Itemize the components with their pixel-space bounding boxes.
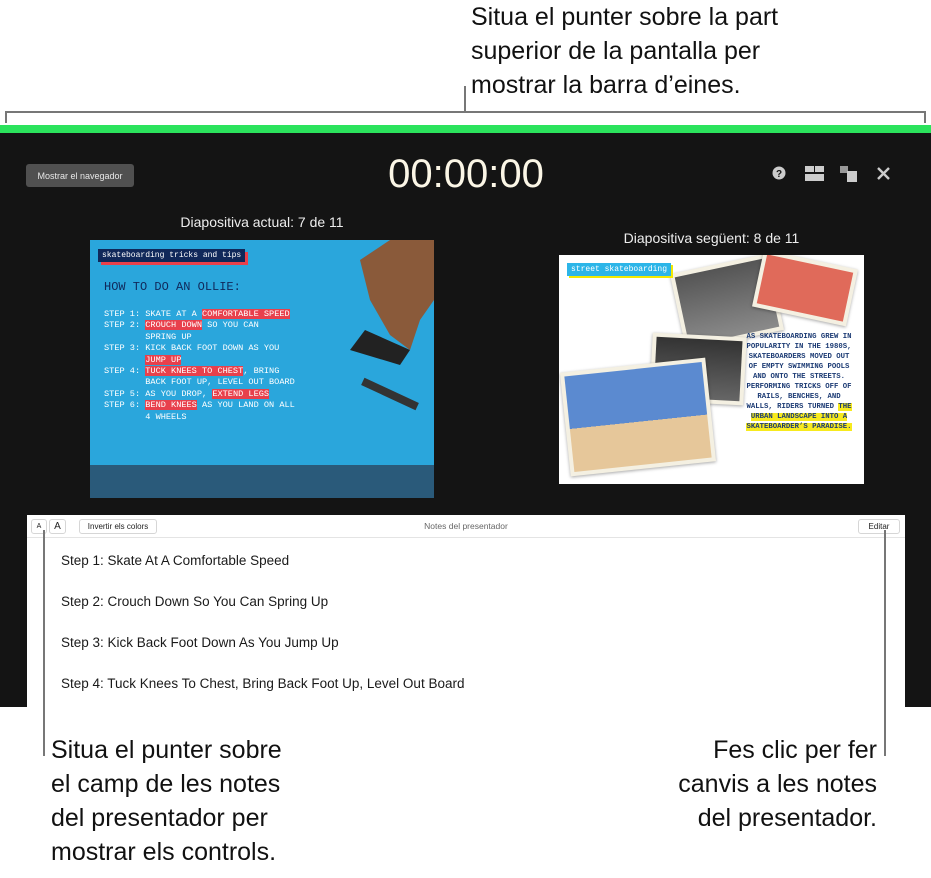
note-line: Step 3: Kick Back Foot Down As You Jump … xyxy=(61,635,339,650)
next-slide-label: Diapositiva següent: 8 de 11 xyxy=(623,230,800,246)
callout-line: Situa el punter sobre la part xyxy=(471,3,779,31)
callout-line: superior de la pantalla per xyxy=(471,37,761,65)
callout-leader xyxy=(464,86,466,112)
callout-leader xyxy=(884,530,886,756)
font-smaller-button[interactable]: A xyxy=(31,519,47,534)
slide-steps: STEP 1: SKATE AT A COMFORTABLE SPEED STEP… xyxy=(104,309,295,423)
skater-illustration xyxy=(350,240,434,411)
step-text: STEP 3: KICK BACK FOOT DOWN AS YOU xyxy=(104,343,280,354)
layout-icon[interactable] xyxy=(804,166,824,182)
callout-notes-controls: Situa el punter sobre el camp de les note… xyxy=(51,733,282,869)
current-slide: skateboarding tricks and tips HOW TO DO … xyxy=(90,240,434,498)
callout-line: canvis a les notes xyxy=(678,770,877,798)
font-larger-button[interactable]: A xyxy=(49,519,66,534)
step-text: STEP 1: SKATE AT A xyxy=(104,309,202,319)
callout-line: del presentador. xyxy=(697,804,877,832)
slide-step: STEP 5: AS YOU DROP, EXTEND LEGS xyxy=(104,388,295,400)
slide-step: STEP 6: BEND KNEES AS YOU LAND ON ALL 4 … xyxy=(104,400,295,423)
svg-text:?: ? xyxy=(776,169,782,180)
callout-line: el camp de les notes xyxy=(51,770,281,798)
callout-toolbar: Situa el punter sobre la part superior de… xyxy=(471,0,778,102)
step-highlight: TUCK KNEES TO CHEST xyxy=(145,366,244,377)
slide-step: STEP 4: TUCK KNEES TO CHEST, BRING BACK … xyxy=(104,366,295,389)
pointer-hover-bar xyxy=(0,125,931,133)
step-highlight: JUMP UP xyxy=(145,354,182,365)
slide-step: STEP 1: SKATE AT A COMFORTABLE SPEED xyxy=(104,309,295,320)
step-highlight: BEND KNEES xyxy=(145,400,197,411)
ground xyxy=(90,465,434,498)
current-slide-label: Diapositiva actual: 7 de 11 xyxy=(180,214,344,230)
help-icon[interactable]: ? xyxy=(771,166,787,182)
presenter-notes-panel[interactable]: Notes del presentador A A Invertir els c… xyxy=(27,515,905,707)
callout-line: mostrar la barra d’eines. xyxy=(471,71,741,99)
step-text: STEP 2: xyxy=(104,320,146,331)
step-highlight: EXTEND LEGS xyxy=(212,388,270,399)
close-icon[interactable] xyxy=(875,166,891,182)
note-line: Step 1: Skate At A Comfortable Speed xyxy=(61,553,290,568)
slide-heading: HOW TO DO AN OLLIE: xyxy=(104,280,241,294)
next-slide: street skateboarding AS SKATEBOARDING GR… xyxy=(559,255,864,484)
slide-body-text: AS SKATEBOARDING GREW IN POPULARITY IN T… xyxy=(746,333,852,411)
notes-title: Notes del presentador xyxy=(424,521,508,531)
callout-line: del presentador per xyxy=(51,804,268,832)
invert-colors-button[interactable]: Invertir els colors xyxy=(79,519,157,534)
slide-tag: skateboarding tricks and tips xyxy=(98,249,246,262)
timer[interactable]: 00:00:00 xyxy=(380,152,552,197)
callout-line: Fes clic per fer xyxy=(713,736,877,764)
step-text: STEP 5: AS YOU DROP, xyxy=(104,388,213,399)
callout-line: mostrar els controls. xyxy=(51,838,277,866)
step-text: STEP 6: xyxy=(104,400,146,411)
note-line: Step 4: Tuck Knees To Chest, Bring Back … xyxy=(61,676,465,691)
photo xyxy=(559,357,717,477)
callout-bracket xyxy=(5,111,7,123)
slide-step: STEP 2: CROUCH DOWN SO YOU CAN SPRING UP xyxy=(104,320,295,343)
step-highlight: COMFORTABLE SPEED xyxy=(202,309,290,319)
step-text: STEP 4: xyxy=(104,366,146,377)
slide-tag: street skateboarding xyxy=(567,263,672,276)
note-line: Step 2: Crouch Down So You Can Spring Up xyxy=(61,594,329,609)
notes-controls: Notes del presentador A A Invertir els c… xyxy=(27,515,905,538)
step-highlight: CROUCH DOWN xyxy=(145,320,202,331)
callout-bracket xyxy=(924,111,926,123)
swap-displays-icon[interactable] xyxy=(839,166,857,182)
slide-body: AS SKATEBOARDING GREW IN POPULARITY IN T… xyxy=(744,332,854,432)
edit-notes-button[interactable]: Editar xyxy=(858,519,900,534)
show-navigator-button[interactable]: Mostrar el navegador xyxy=(26,164,134,187)
callout-leader xyxy=(43,530,45,756)
callout-line: Situa el punter sobre xyxy=(51,736,282,764)
slide-step: STEP 3: KICK BACK FOOT DOWN AS YOU JUMP … xyxy=(104,343,295,366)
callout-edit-notes: Fes clic per fer canvis a les notes del pr… xyxy=(678,733,877,835)
